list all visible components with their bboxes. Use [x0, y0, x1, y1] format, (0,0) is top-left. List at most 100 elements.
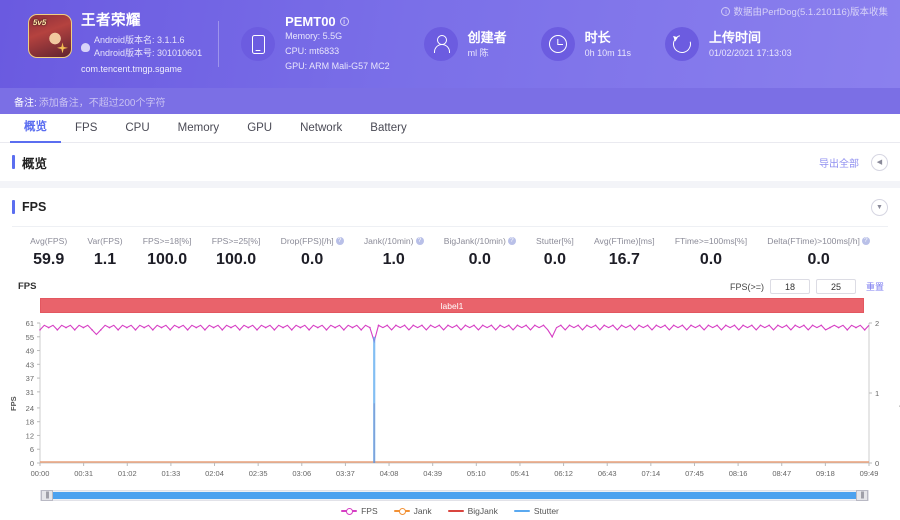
info-icon: i [721, 6, 731, 16]
metric-value: 59.9 [33, 251, 65, 268]
legend-label: BigJank [467, 506, 498, 516]
scrollbar-left-handle[interactable]: ||| [41, 490, 53, 501]
svg-text:00:00: 00:00 [31, 469, 50, 478]
svg-text:05:41: 05:41 [511, 469, 530, 478]
fps-threshold-low-input[interactable] [769, 279, 810, 294]
duration-value: 0h 10m 11s [584, 48, 631, 59]
svg-text:04:39: 04:39 [423, 469, 442, 478]
creator-block: 创建者 ml 陈 [423, 27, 507, 61]
legend-label: Stutter [533, 506, 559, 516]
svg-text:02:35: 02:35 [249, 469, 268, 478]
export-all-link[interactable]: 导出全部 [819, 155, 859, 170]
metric-value: 1.0 [382, 251, 405, 268]
fps-panel-header: FPS ▼ [0, 188, 900, 226]
series-label-bar[interactable]: label1 [40, 298, 864, 313]
perfdog-note-text: 数据由PerfDog(5.1.210116)版本收集 [733, 7, 888, 18]
metric-label: Drop(FPS)[/h]? [271, 236, 354, 246]
upload-title: 上传时间 [709, 30, 762, 46]
metric-label: Avg(FTime)[ms] [593, 236, 655, 246]
threshold-label: FPS(>=) [729, 281, 764, 292]
note-placeholder[interactable]: 添加备注，不超过200个字符 [39, 94, 166, 109]
panel-gap [0, 181, 900, 188]
chart-horizontal-scrollbar[interactable]: ||| ||| [40, 490, 869, 501]
svg-text:37: 37 [26, 374, 34, 383]
help-icon[interactable]: ? [335, 237, 344, 245]
scrollbar-right-handle[interactable]: ||| [856, 490, 868, 501]
tab-battery[interactable]: Battery [356, 114, 420, 142]
note-bar[interactable]: 备注: 添加备注，不超过200个字符 [0, 88, 900, 114]
five-v-five-badge: 5v5 [32, 18, 48, 28]
metric-value: 100.0 [147, 251, 188, 268]
metric-value: 100.0 [216, 251, 257, 268]
metric-label: BigJank(/10min)? [434, 236, 526, 246]
app-icon: 5v5 [28, 14, 72, 59]
help-icon[interactable]: ? [415, 237, 424, 245]
reset-link[interactable]: 重置 [866, 280, 884, 293]
phone-icon-circle [241, 27, 276, 61]
fps-chart[interactable]: 0 6 12 18 24 31 37 43 49 55 61 0 1 2 00:00 00:31 01:02 01… [0, 315, 900, 490]
chevron-left-icon[interactable]: ◀ [871, 153, 888, 171]
tab-overview[interactable]: 概览 [10, 113, 61, 143]
svg-text:61: 61 [26, 319, 34, 328]
duration-title: 时长 [584, 30, 611, 46]
overview-title: 概览 [22, 156, 48, 171]
metric-label: Jank(/10min)? [354, 236, 434, 246]
metric-label: Stutter[%] [536, 236, 574, 246]
accent-bar [12, 200, 15, 214]
svg-text:43: 43 [26, 360, 34, 369]
device-info-icon[interactable]: i [339, 17, 349, 27]
svg-text:01:33: 01:33 [162, 469, 181, 478]
accent-bar [12, 155, 15, 169]
svg-text:18: 18 [26, 418, 34, 427]
legend-item-fps[interactable]: FPS [341, 506, 378, 516]
chevron-down-icon[interactable]: ▼ [871, 198, 888, 216]
fps-threshold-high-input[interactable] [815, 279, 856, 294]
app-name: 王者荣耀 [81, 13, 141, 30]
tab-fps[interactable]: FPS [61, 114, 111, 142]
creator-title: 创建者 [467, 30, 507, 46]
legend-swatch [341, 508, 358, 515]
header-divider [218, 21, 220, 67]
help-icon[interactable]: ? [861, 237, 870, 245]
app-info-block: 5v5 王者荣耀 Android版本名: 3.1.1.6 Android版本号:… [14, 12, 202, 75]
svg-text:01:02: 01:02 [118, 469, 137, 478]
tab-memory[interactable]: Memory [164, 114, 234, 142]
device-info-block: PEMT00 i Memory: 5.5G CPU: mt6833 GPU: A… [241, 14, 390, 74]
svg-text:31: 31 [26, 388, 34, 397]
sword-icon [57, 42, 68, 54]
metric-value: 0.0 [699, 251, 723, 268]
svg-text:0: 0 [30, 459, 34, 468]
metric-label: FPS>=25[%] [211, 236, 261, 246]
svg-text:1: 1 [875, 389, 879, 398]
svg-text:49: 49 [26, 347, 34, 356]
legend-item-bigjank[interactable]: BigJank [447, 506, 498, 516]
y-axis-label: FPS [9, 396, 18, 411]
metric-label: Delta(FTime)>100ms[/h]? [757, 236, 880, 246]
tab-network[interactable]: Network [286, 114, 356, 142]
android-version-code: Android版本号: 301010601 [94, 48, 203, 59]
legend-swatch [393, 508, 410, 515]
device-gpu: GPU: ARM Mali-G57 MC2 [285, 60, 390, 71]
fps-chart-svg[interactable]: 0612182431374349556101200:00 00:31 01:02 01… [0, 315, 900, 490]
tab-cpu[interactable]: CPU [111, 114, 163, 142]
legend-item-jank[interactable]: Jank [393, 506, 432, 516]
legend-swatch [447, 510, 464, 512]
tab-gpu[interactable]: GPU [233, 114, 286, 142]
legend-item-stutter[interactable]: Stutter [513, 506, 559, 516]
overview-panel: 概览 导出全部 ◀ [0, 143, 900, 181]
svg-text:09:18: 09:18 [816, 469, 835, 478]
metric-avg-ftime-ms: Avg(FTime)[ms] 16.7 [584, 236, 665, 269]
help-icon[interactable]: ? [507, 237, 516, 245]
metric-stutter: Stutter[%] 0.0 [526, 236, 584, 269]
svg-text:07:45: 07:45 [685, 469, 704, 478]
tab-bar: 概览 FPS CPU Memory GPU Network Battery [0, 114, 900, 143]
svg-text:12: 12 [26, 431, 34, 440]
metric-value: 0.0 [807, 251, 830, 268]
upload-time-block: 上传时间 01/02/2021 17:13:03 [665, 27, 792, 61]
metric-label: FTime>=100ms[%] [674, 236, 748, 246]
metric-value: 0.0 [468, 251, 491, 268]
metric-avg-fps: Avg(FPS) 59.9 [20, 236, 77, 269]
fps-title-group: FPS [12, 200, 46, 214]
svg-text:07:14: 07:14 [641, 469, 660, 478]
device-cpu: CPU: mt6833 [285, 46, 340, 57]
